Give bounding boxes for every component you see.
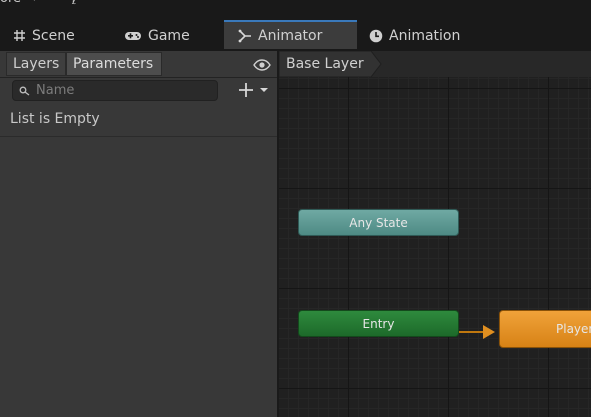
entry-node[interactable]: Entry — [298, 310, 459, 337]
eye-icon[interactable] — [253, 56, 271, 75]
tab-parameters[interactable]: Parameters — [66, 52, 162, 76]
parameter-list: List is Empty — [0, 103, 277, 137]
animator-branch-icon — [238, 29, 252, 43]
top-strip: ore ▾ ℓ — [0, 0, 591, 20]
transition-arrow[interactable] — [459, 323, 499, 341]
gamepad-icon — [124, 30, 142, 42]
breadcrumb: Base Layer — [279, 51, 591, 78]
parameters-panel: Layers Parameters List is Empty — [0, 51, 277, 417]
tab-label: Animation — [389, 27, 461, 44]
chevron-down-icon[interactable]: ▾ — [32, 0, 37, 4]
tab-animation[interactable]: Animation — [369, 20, 460, 51]
breadcrumb-label: Base Layer — [286, 56, 364, 72]
tab-label: Animator — [258, 27, 323, 44]
tab-animator[interactable]: Animator — [224, 20, 357, 49]
search-field[interactable] — [12, 80, 218, 101]
default-state-node[interactable]: Player — [499, 310, 591, 348]
tool-icon[interactable]: ℓ — [72, 0, 77, 7]
tab-scene[interactable]: Scene — [13, 20, 75, 51]
search-icon — [19, 86, 30, 96]
tab-label: Game — [148, 27, 190, 44]
grid-icon — [13, 29, 26, 42]
panel-subtabs: Layers Parameters — [0, 51, 277, 78]
tab-layers[interactable]: Layers — [6, 52, 66, 76]
any-state-node[interactable]: Any State — [298, 209, 459, 236]
list-empty-label: List is Empty — [10, 111, 100, 127]
search-input[interactable] — [36, 83, 206, 98]
breadcrumb-base-layer[interactable]: Base Layer — [279, 51, 385, 77]
tab-label: Scene — [32, 27, 75, 44]
animator-graph-canvas[interactable] — [279, 77, 591, 417]
window-tab-bar: Scene Game Animator Animation — [0, 20, 591, 51]
truncated-menu-label[interactable]: ore — [0, 0, 21, 6]
search-row — [0, 78, 277, 102]
clock-icon — [369, 29, 383, 43]
tab-game[interactable]: Game — [124, 20, 190, 51]
add-parameter-button[interactable] — [238, 80, 270, 100]
state-label: Player — [556, 322, 591, 336]
